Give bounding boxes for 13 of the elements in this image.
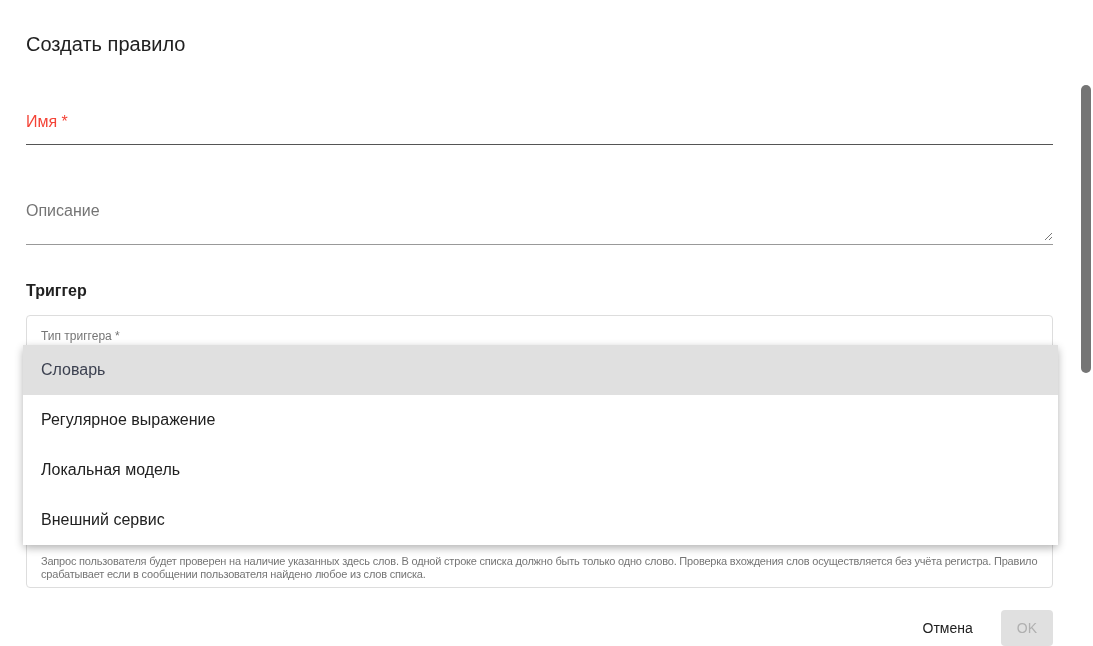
scrollbar-thumb[interactable] [1081,85,1091,373]
menu-item[interactable]: Внешний сервис [23,495,1058,545]
text-button[interactable]: Отмена [906,610,989,646]
hint-text: Запрос пользователя будет проверен на наличие указанных здесь слов. В одной строке списка должно быть только одно слово. Проверка вхождения слов осуществляется без учёта регистра. Правило срабатывает если в сообщении пользователя найдено любое из слов списка. [41,555,1038,581]
section-heading: Триггер [26,280,88,301]
field-label: Тип триггера * [41,327,121,344]
menu-item[interactable]: Локальная модель [23,445,1058,495]
menu-item[interactable]: Регулярное выражение [23,395,1058,445]
dialog-title: Создать правило [26,32,187,57]
description-field[interactable]: Описание [26,199,1053,245]
resize-handle-icon[interactable] [1044,231,1053,241]
name-field[interactable]: Имя * [26,110,1053,146]
menu-item[interactable]: Словарь [23,345,1058,395]
